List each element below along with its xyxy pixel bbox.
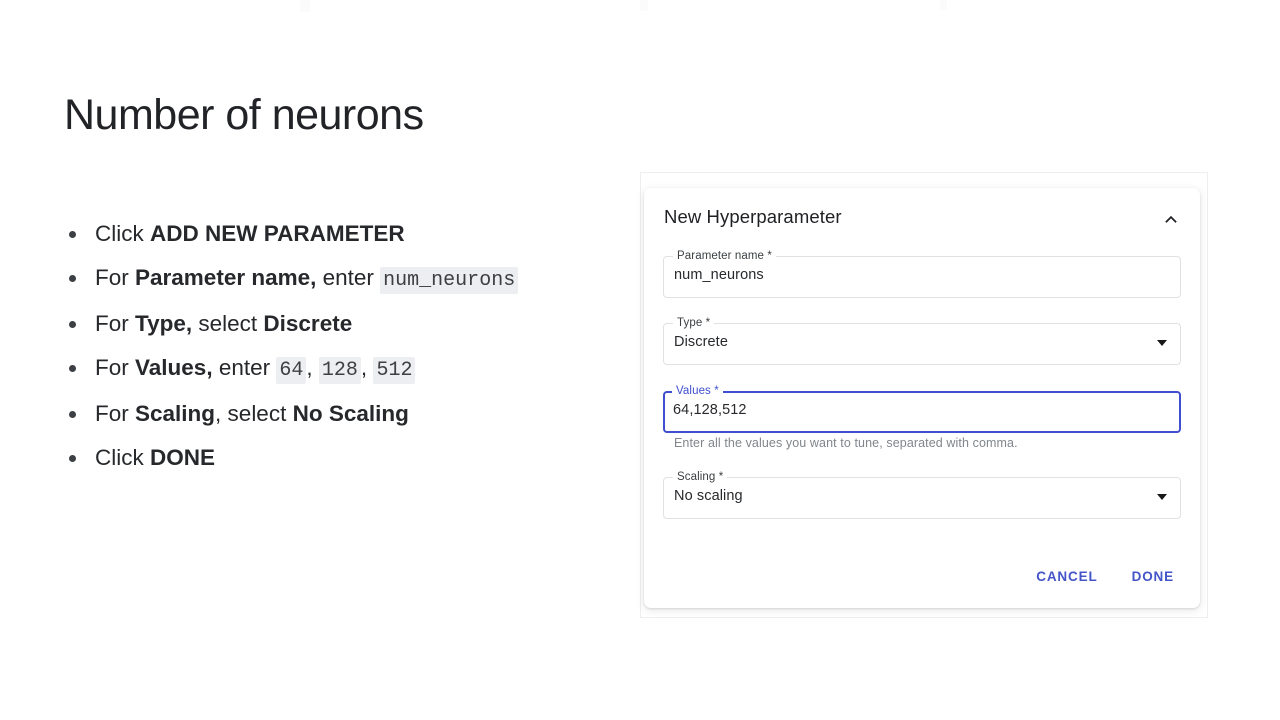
values-hint-text: Enter all the values you want to tune, s… bbox=[674, 436, 1018, 450]
list-item: Click DONE bbox=[64, 436, 624, 480]
plain-text: Click bbox=[95, 221, 150, 246]
plain-text: , bbox=[360, 354, 374, 380]
plain-text: , bbox=[306, 354, 319, 380]
top-edge-artifact bbox=[940, 0, 947, 10]
list-item: Click ADD NEW PARAMETER bbox=[64, 212, 624, 256]
plain-text: For bbox=[95, 311, 136, 336]
plain-text: enter bbox=[212, 354, 277, 380]
field-outline bbox=[663, 323, 1181, 365]
card-header: New Hyperparameter bbox=[644, 188, 1200, 250]
top-edge-artifact bbox=[640, 0, 648, 11]
emphasis-text: Scaling bbox=[135, 401, 216, 426]
list-item: For Parameter name, enter num_neurons bbox=[64, 256, 624, 303]
inline-code: 128 bbox=[318, 356, 361, 384]
list-item: For Values, enter 64, 128, 512 bbox=[64, 346, 624, 393]
type-selected-value[interactable]: Discrete bbox=[674, 334, 728, 350]
plain-text: For bbox=[95, 354, 136, 380]
bullet-point-icon bbox=[69, 454, 76, 462]
bullet-point-icon bbox=[69, 411, 76, 418]
bullet-point-icon bbox=[69, 231, 76, 238]
scaling-selected-value[interactable]: No scaling bbox=[674, 488, 743, 504]
dropdown-arrow-icon[interactable] bbox=[1157, 494, 1167, 500]
plain-text: For bbox=[95, 264, 136, 290]
page-title: Number of neurons bbox=[64, 90, 424, 139]
inline-code: 512 bbox=[373, 356, 416, 384]
type-select-field[interactable]: Type * Discrete bbox=[663, 316, 1181, 365]
type-label: Type * bbox=[673, 316, 715, 330]
emphasis-text: ADD NEW PARAMETER bbox=[150, 221, 405, 246]
emphasis-text: No Scaling bbox=[292, 401, 409, 426]
chevron-up-icon[interactable] bbox=[1156, 204, 1186, 234]
parameter-name-input[interactable]: num_neurons bbox=[674, 267, 764, 283]
done-button[interactable]: DONE bbox=[1122, 561, 1184, 592]
scaling-select-field[interactable]: Scaling * No scaling bbox=[663, 470, 1181, 519]
card-title: New Hyperparameter bbox=[664, 206, 842, 227]
scaling-label: Scaling * bbox=[673, 470, 728, 484]
plain-text: select bbox=[192, 311, 264, 336]
emphasis-text: DONE bbox=[150, 444, 216, 470]
list-item: For Scaling, select No Scaling bbox=[64, 392, 624, 436]
parameter-name-field[interactable]: Parameter name * num_neurons bbox=[663, 249, 1181, 298]
emphasis-text: Discrete bbox=[263, 311, 353, 336]
dropdown-arrow-icon[interactable] bbox=[1157, 340, 1167, 346]
bullet-point-icon bbox=[69, 321, 76, 328]
card-actions: CANCEL DONE bbox=[1026, 561, 1184, 592]
emphasis-text: Values, bbox=[135, 354, 213, 380]
plain-text: , select bbox=[215, 401, 293, 426]
plain-text: For bbox=[95, 401, 136, 426]
emphasis-text: Parameter name, bbox=[135, 264, 317, 290]
values-input[interactable]: 64,128,512 bbox=[673, 402, 747, 418]
plain-text: enter bbox=[316, 264, 381, 290]
values-label: Values * bbox=[672, 384, 723, 398]
plain-text: Click bbox=[95, 444, 150, 470]
parameter-name-label: Parameter name * bbox=[673, 249, 776, 263]
bullet-point-icon bbox=[69, 274, 76, 282]
values-field[interactable]: Values * 64,128,512 bbox=[663, 384, 1181, 433]
inline-code: num_neurons bbox=[380, 266, 519, 294]
top-edge-artifact bbox=[300, 0, 310, 12]
cancel-button[interactable]: CANCEL bbox=[1026, 561, 1107, 592]
new-hyperparameter-card: New Hyperparameter Parameter name * num_… bbox=[644, 188, 1200, 608]
inline-code: 64 bbox=[276, 356, 307, 384]
instruction-list: Click ADD NEW PARAMETER For Parameter nam… bbox=[64, 212, 624, 479]
list-item: For Type, select Discrete bbox=[64, 302, 624, 346]
bullet-point-icon bbox=[69, 364, 76, 372]
emphasis-text: Type, bbox=[135, 311, 193, 336]
